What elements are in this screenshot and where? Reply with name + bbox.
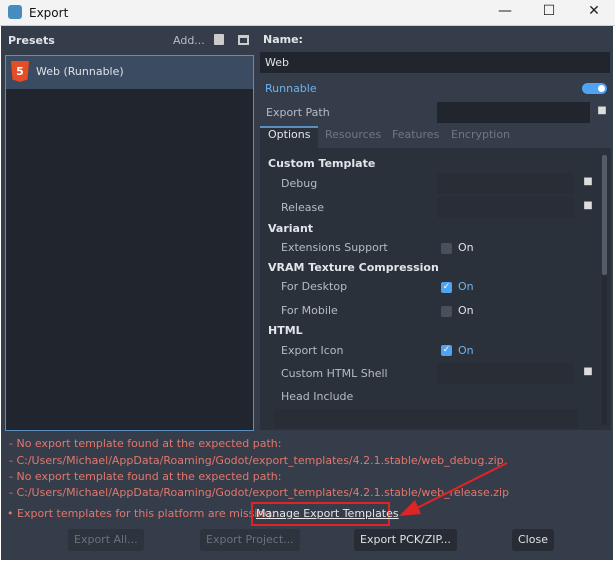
preset-item[interactable]: 5 Web (Runnable) [6,56,253,89]
export-path-input[interactable] [437,102,590,123]
for-desktop-label: For Desktop [281,280,348,293]
godot-icon [8,5,22,19]
error-line: - No export template found at the expect… [9,470,282,483]
tab-resources[interactable]: Resources [325,128,381,141]
export-project-button[interactable]: Export Project... [200,529,300,551]
for-mobile-value: On [458,304,474,317]
extensions-support-label: Extensions Support [281,241,388,254]
bullet: • [7,507,14,520]
close-button[interactable]: Close [512,529,554,551]
runnable-label: Runnable [265,82,317,95]
custom-html-shell-label: Custom HTML Shell [281,367,388,380]
add-preset-button[interactable]: Add... [173,34,205,47]
head-include-label: Head Include [281,390,354,403]
for-mobile-checkbox[interactable] [441,306,452,317]
custom-html-shell-input[interactable] [437,363,574,384]
close-window-button[interactable]: ✕ [574,3,614,23]
tab-encryption[interactable]: Encryption [451,128,510,141]
name-input[interactable]: Web [260,52,610,73]
folder-icon[interactable]: ■ [580,366,596,382]
folder-icon[interactable]: ■ [580,200,596,216]
extensions-support-value: On [458,241,474,254]
release-template-input[interactable] [437,197,574,218]
export-icon-label: Export Icon [281,344,344,357]
extensions-support-checkbox[interactable] [441,243,452,254]
tab-options-label[interactable]: Options [268,128,310,141]
debug-label: Debug [281,177,318,190]
maximize-button[interactable]: ☐ [529,3,569,23]
release-label: Release [281,201,324,214]
export-pck-zip-button[interactable]: Export PCK/ZIP... [354,529,457,551]
for-mobile-label: For Mobile [281,304,338,317]
error-line: - No export template found at the expect… [9,437,282,450]
preset-label: Web (Runnable) [36,65,124,78]
folder-icon[interactable]: ■ [594,105,610,121]
section-html: HTML [268,324,303,337]
tab-features[interactable]: Features [392,128,439,141]
folder-icon[interactable]: ■ [580,176,596,192]
export-icon-value: On [458,344,474,357]
for-desktop-checkbox[interactable]: ✓ [441,282,452,293]
window-title: Export [29,6,69,20]
section-vram: VRAM Texture Compression [268,261,439,274]
missing-templates-text: Export templates for this platform are m… [17,507,276,520]
section-custom-template: Custom Template [268,157,376,170]
for-desktop-value: On [458,280,474,293]
export-path-label: Export Path [266,106,330,119]
manage-export-templates-link[interactable]: Manage Export Templates [256,507,399,520]
section-variant: Variant [268,222,314,235]
export-icon-checkbox[interactable]: ✓ [441,345,452,356]
export-all-button[interactable]: Export All... [68,529,144,551]
head-include-textarea[interactable] [274,409,578,428]
minimize-button[interactable]: — [485,3,525,23]
name-label: Name: [263,33,303,46]
options-scrollbar[interactable] [602,155,607,425]
name-value: Web [265,56,289,69]
presets-title: Presets [8,34,55,47]
duplicate-icon[interactable] [214,34,224,45]
preset-list[interactable]: 5 Web (Runnable) [5,55,254,431]
delete-icon[interactable] [238,35,249,45]
debug-template-input[interactable] [437,173,574,194]
runnable-toggle[interactable] [582,83,607,94]
title-bar: Export — ☐ ✕ [0,0,615,26]
html5-icon: 5 [11,61,29,82]
annotation-arrow-icon [399,462,508,516]
